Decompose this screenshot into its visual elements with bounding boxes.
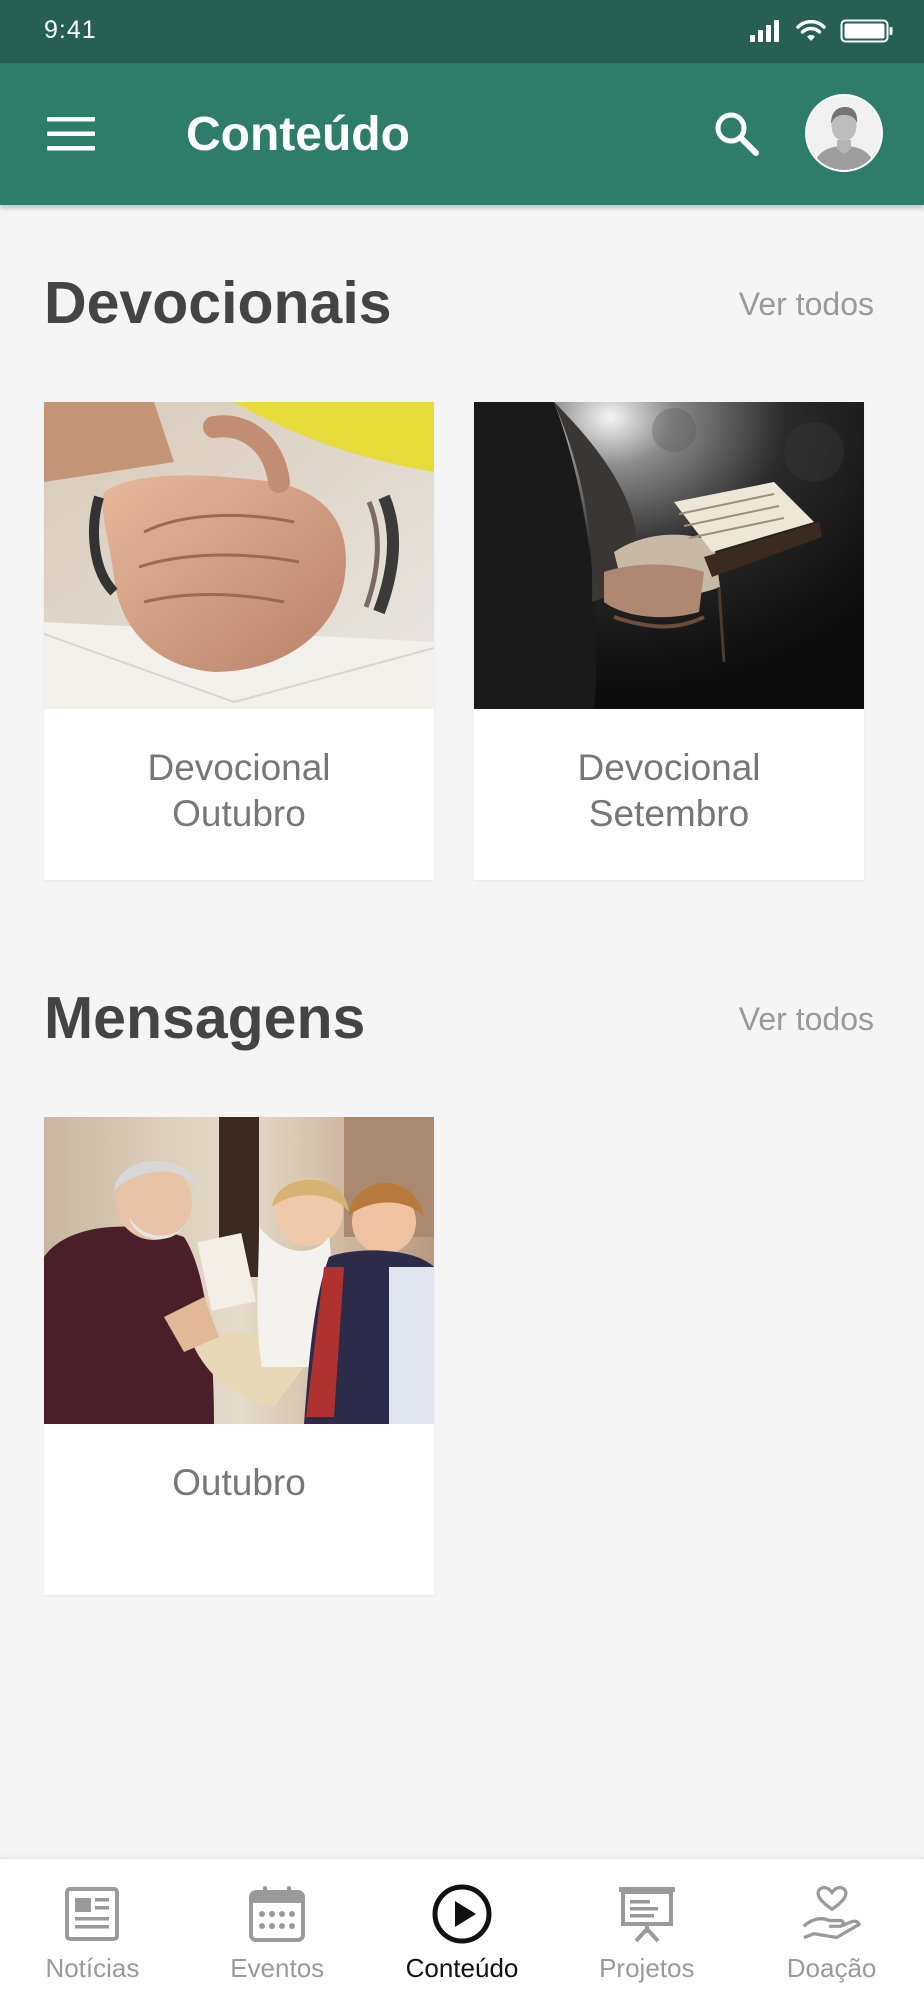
menu-button[interactable] [42,109,100,159]
presentation-board-icon [616,1883,678,1945]
donation-hand-icon [801,1883,863,1945]
bottom-nav: Notícias Eventos Conteúdo Projetos Doaçã… [0,1858,924,2000]
nav-item-doacao[interactable]: Doação [739,1859,924,2000]
search-button[interactable] [706,103,766,163]
nav-label: Eventos [230,1953,325,1983]
devocionais-section-header: Devocionais Ver todos [44,268,874,338]
card-title: Devocional Setembro [577,747,761,834]
content-card[interactable]: Devocional Outubro [44,402,434,880]
mensagens-section-header: Mensagens Ver todos [44,983,874,1053]
calendar-icon [246,1883,308,1945]
nav-item-conteudo[interactable]: Conteúdo [370,1859,555,2000]
user-avatar-icon [807,96,881,170]
play-circle-icon [431,1883,493,1945]
see-all-link[interactable]: Ver todos [739,284,874,324]
card-title: Outubro [172,1462,306,1503]
nav-label: Notícias [45,1953,140,1983]
grandfather-children-reading-photo [44,1117,434,1424]
nav-item-projetos[interactable]: Projetos [554,1859,739,2000]
card-label-area: Outubro [44,1424,434,1595]
see-all-link[interactable]: Ver todos [739,999,874,1039]
card-image [44,402,434,709]
battery-icon [840,19,893,43]
wifi-icon [796,20,826,41]
man-reading-bible-photo [474,402,864,709]
avatar[interactable] [805,94,883,172]
search-icon [715,112,759,156]
card-image [44,1117,434,1424]
nav-label: Conteúdo [405,1953,519,1983]
status-bar: 9:41 [0,0,924,63]
status-time: 9:41 [44,16,97,44]
card-label-area: Devocional Outubro [44,709,434,880]
page-title: Conteúdo [186,108,410,161]
nav-item-noticias[interactable]: Notícias [0,1859,185,2000]
content-card[interactable]: Outubro [44,1117,434,1595]
section-title: Devocionais [44,270,392,336]
section-title: Mensagens [44,985,366,1051]
hamburger-menu-icon [47,117,95,151]
app-bar: Conteúdo [0,63,924,205]
card-title: Devocional Outubro [147,747,331,834]
nav-label: Doação [786,1953,877,1983]
praying-hands-photo [44,402,434,709]
cellular-signal-icon [750,20,779,42]
content-card[interactable]: Devocional Setembro [474,402,864,880]
nav-label: Projetos [599,1953,695,1983]
card-label-area: Devocional Setembro [474,709,864,880]
nav-item-eventos[interactable]: Eventos [185,1859,370,2000]
card-image [474,402,864,709]
newspaper-icon [61,1883,123,1945]
status-icons [750,17,894,45]
